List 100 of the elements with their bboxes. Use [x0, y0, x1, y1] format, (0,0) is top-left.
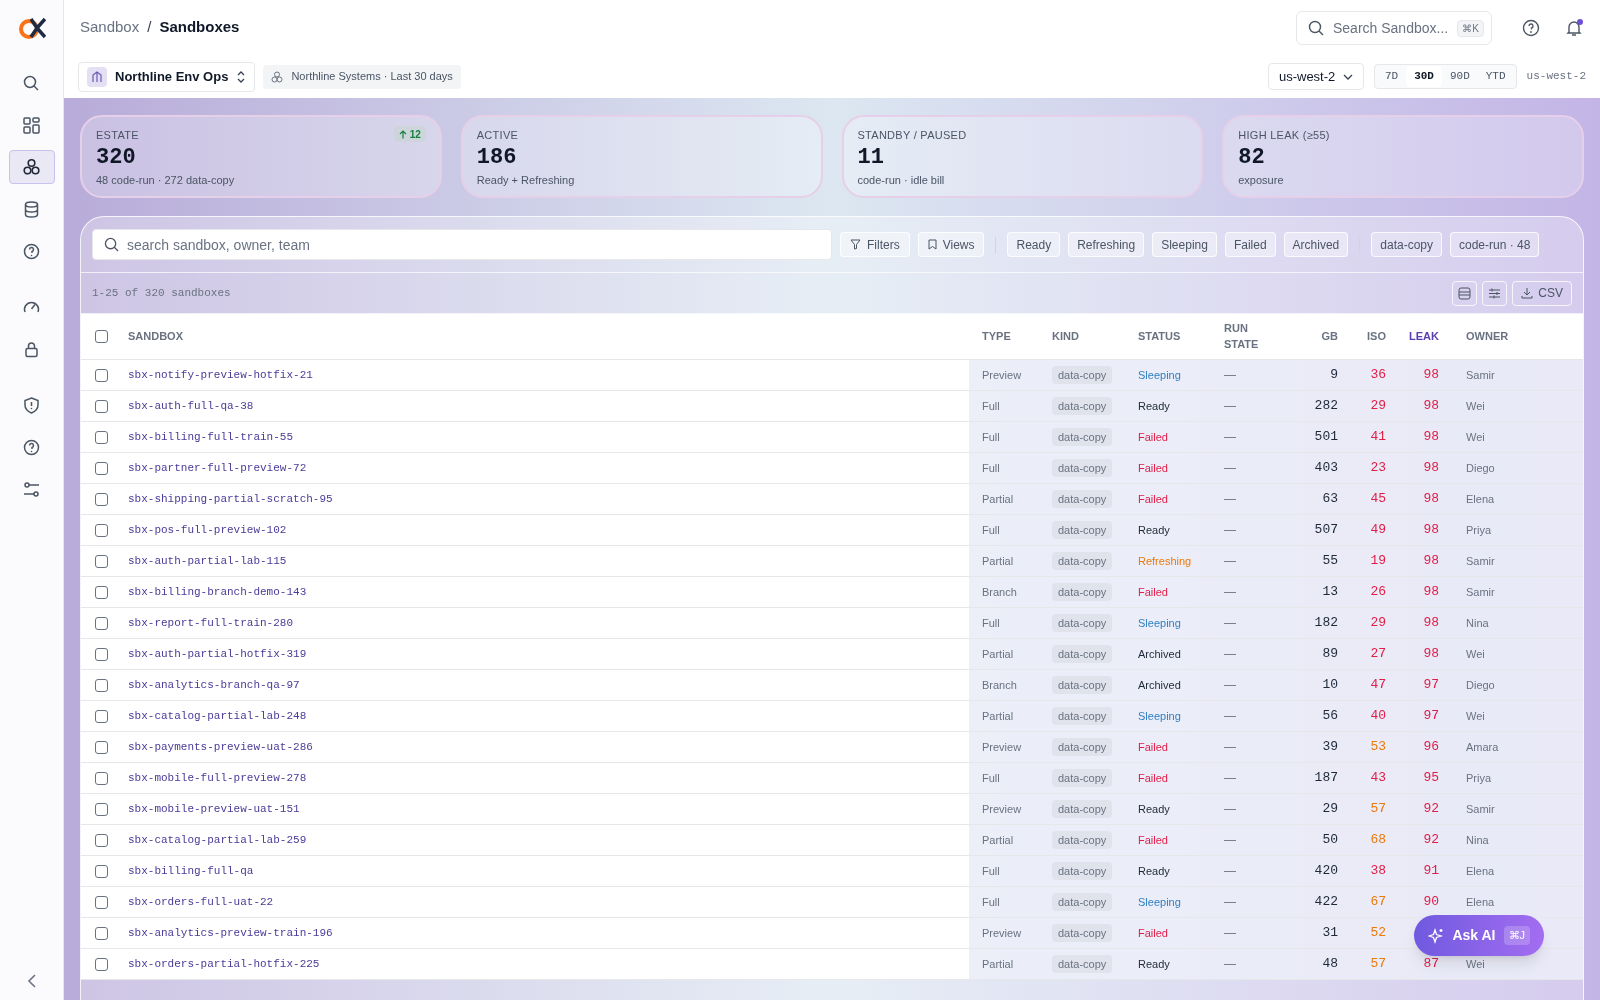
row-checkbox[interactable] — [94, 430, 108, 444]
sandbox-link[interactable]: sbx-shipping-partial-scratch-95 — [128, 490, 333, 508]
sandbox-link[interactable]: sbx-report-full-train-280 — [128, 614, 294, 632]
workspace-select[interactable]: Northline Env Ops — [78, 61, 256, 92]
csv-export-button[interactable]: CSV — [1512, 280, 1572, 306]
bell-icon[interactable] — [1564, 17, 1584, 38]
status-label: Failed — [1138, 493, 1168, 505]
owner-cell: Samir — [1466, 368, 1495, 381]
status-label: Archived — [1138, 679, 1181, 691]
range-tab[interactable]: YTD — [1477, 66, 1514, 87]
row-checkbox[interactable] — [94, 926, 108, 940]
sidebar-button[interactable] — [8, 150, 55, 184]
help-icon[interactable] — [1522, 18, 1540, 37]
kind-filter-chip[interactable]: code-run · 48 — [1450, 232, 1540, 257]
chevron-left-icon[interactable] — [26, 974, 37, 988]
sandbox-link[interactable]: sbx-notify-preview-hotfix-21 — [128, 366, 313, 384]
sandbox-link[interactable]: sbx-auth-partial-hotfix-319 — [128, 645, 307, 663]
filters-button[interactable]: Filters — [840, 232, 910, 257]
sandbox-link[interactable]: sbx-payments-preview-uat-286 — [128, 738, 313, 756]
run-state-cell: — — [1224, 616, 1236, 630]
kind-tag: data-copy — [1052, 520, 1113, 540]
row-checkbox[interactable] — [94, 399, 108, 413]
sandbox-link[interactable]: sbx-catalog-partial-lab-248 — [128, 707, 307, 725]
range-tab[interactable]: 7D — [1376, 66, 1407, 87]
breadcrumb-link[interactable]: Sandbox — [80, 16, 140, 39]
sandbox-link[interactable]: sbx-orders-full-uat-22 — [128, 893, 274, 911]
leak-score: 92 — [1423, 832, 1439, 848]
column-header[interactable]: RUN STATE — [1216, 320, 1266, 353]
row-checkbox[interactable] — [94, 554, 108, 568]
database-icon — [22, 199, 41, 219]
ask-ai-button[interactable]: Ask AI ⌘J — [1414, 915, 1544, 956]
column-header[interactable]: KIND — [1044, 328, 1079, 345]
column-header[interactable]: SANDBOX — [121, 328, 183, 345]
row-checkbox[interactable] — [94, 833, 108, 847]
sandbox-link[interactable]: sbx-auth-partial-lab-115 — [128, 552, 287, 570]
status-filter-chip[interactable]: Refreshing — [1068, 232, 1145, 257]
column-header[interactable]: ISO — [1367, 328, 1394, 345]
row-checkbox[interactable] — [94, 678, 108, 692]
size-cell: 89 — [1322, 646, 1338, 662]
row-checkbox[interactable] — [94, 802, 108, 816]
sandbox-link[interactable]: sbx-analytics-branch-qa-97 — [128, 676, 300, 694]
owner-cell: Nina — [1466, 616, 1489, 629]
column-header[interactable]: LEAK — [1409, 328, 1447, 345]
row-checkbox[interactable] — [94, 740, 108, 754]
stat-subtitle: 48 code-run · 272 data-copy — [96, 172, 236, 188]
iso-score: 23 — [1370, 460, 1386, 476]
column-header[interactable]: STATUS — [1130, 328, 1181, 345]
range-tab[interactable]: 90D — [1441, 66, 1478, 87]
sandbox-link[interactable]: sbx-billing-full-train-55 — [128, 428, 294, 446]
columns-button[interactable] — [1482, 280, 1508, 306]
stat-value: 186 — [476, 143, 518, 172]
row-checkbox[interactable] — [94, 585, 108, 599]
sandbox-link[interactable]: sbx-auth-full-qa-38 — [128, 397, 254, 415]
status-filter-chip[interactable]: Archived — [1283, 232, 1349, 257]
row-checkbox[interactable] — [94, 864, 108, 878]
context-chip: Northline Systems · Last 30 days — [263, 64, 461, 89]
row-checkbox[interactable] — [94, 771, 108, 785]
status-label: Sleeping — [1138, 369, 1181, 381]
breadcrumb-separator: / — [147, 17, 152, 38]
range-tab[interactable]: 30D — [1406, 66, 1442, 87]
sandbox-link[interactable]: sbx-billing-branch-demo-143 — [128, 583, 307, 601]
kind-filter-chip[interactable]: data-copy — [1371, 232, 1442, 257]
select-all-checkbox[interactable] — [94, 330, 108, 343]
density-button[interactable] — [1452, 280, 1478, 306]
stat-label: ACTIVE — [476, 128, 519, 143]
row-checkbox[interactable] — [94, 492, 108, 506]
size-cell: 48 — [1322, 956, 1338, 972]
column-header[interactable]: TYPE — [969, 328, 1011, 345]
views-button[interactable]: Views — [917, 232, 985, 257]
status-label: Failed — [1138, 586, 1168, 598]
sandbox-link[interactable]: sbx-pos-full-preview-102 — [128, 521, 287, 539]
type-cell: Partial — [982, 492, 1014, 505]
row-checkbox[interactable] — [94, 523, 108, 537]
sandbox-link[interactable]: sbx-orders-partial-hotfix-225 — [128, 955, 320, 973]
status-label: Ready — [1138, 524, 1170, 536]
sandbox-link[interactable]: sbx-mobile-full-preview-278 — [128, 769, 307, 787]
sandbox-link[interactable]: sbx-catalog-partial-lab-259 — [128, 831, 307, 849]
column-header[interactable]: OWNER — [1447, 328, 1509, 345]
row-checkbox[interactable] — [94, 647, 108, 661]
region-select[interactable]: us-west-2 — [1267, 63, 1364, 90]
status-filter-chip[interactable]: Ready — [1007, 232, 1061, 257]
row-checkbox[interactable] — [94, 368, 108, 382]
row-checkbox[interactable] — [94, 957, 108, 971]
kind-tag: data-copy — [1052, 613, 1113, 633]
status-label: Sleeping — [1138, 896, 1181, 908]
stat-subtitle: exposure — [1238, 172, 1285, 188]
status-filter-chip[interactable]: Failed — [1224, 232, 1276, 257]
sandbox-link[interactable]: sbx-analytics-preview-train-196 — [128, 924, 333, 942]
sandbox-link[interactable]: sbx-billing-full-qa — [128, 862, 254, 880]
iso-score: 27 — [1370, 646, 1386, 662]
table-search-field[interactable]: search sandbox, owner, team — [92, 229, 832, 260]
bookmark-icon — [927, 239, 937, 250]
row-checkbox[interactable] — [94, 616, 108, 630]
row-checkbox[interactable] — [94, 709, 108, 723]
sandbox-link[interactable]: sbx-mobile-preview-uat-151 — [128, 800, 300, 818]
row-checkbox[interactable] — [94, 895, 108, 909]
row-checkbox[interactable] — [94, 461, 108, 475]
sandbox-link[interactable]: sbx-partner-full-preview-72 — [128, 459, 307, 477]
column-header[interactable]: GB — [1321, 328, 1346, 345]
status-filter-chip[interactable]: Sleeping — [1152, 232, 1217, 257]
